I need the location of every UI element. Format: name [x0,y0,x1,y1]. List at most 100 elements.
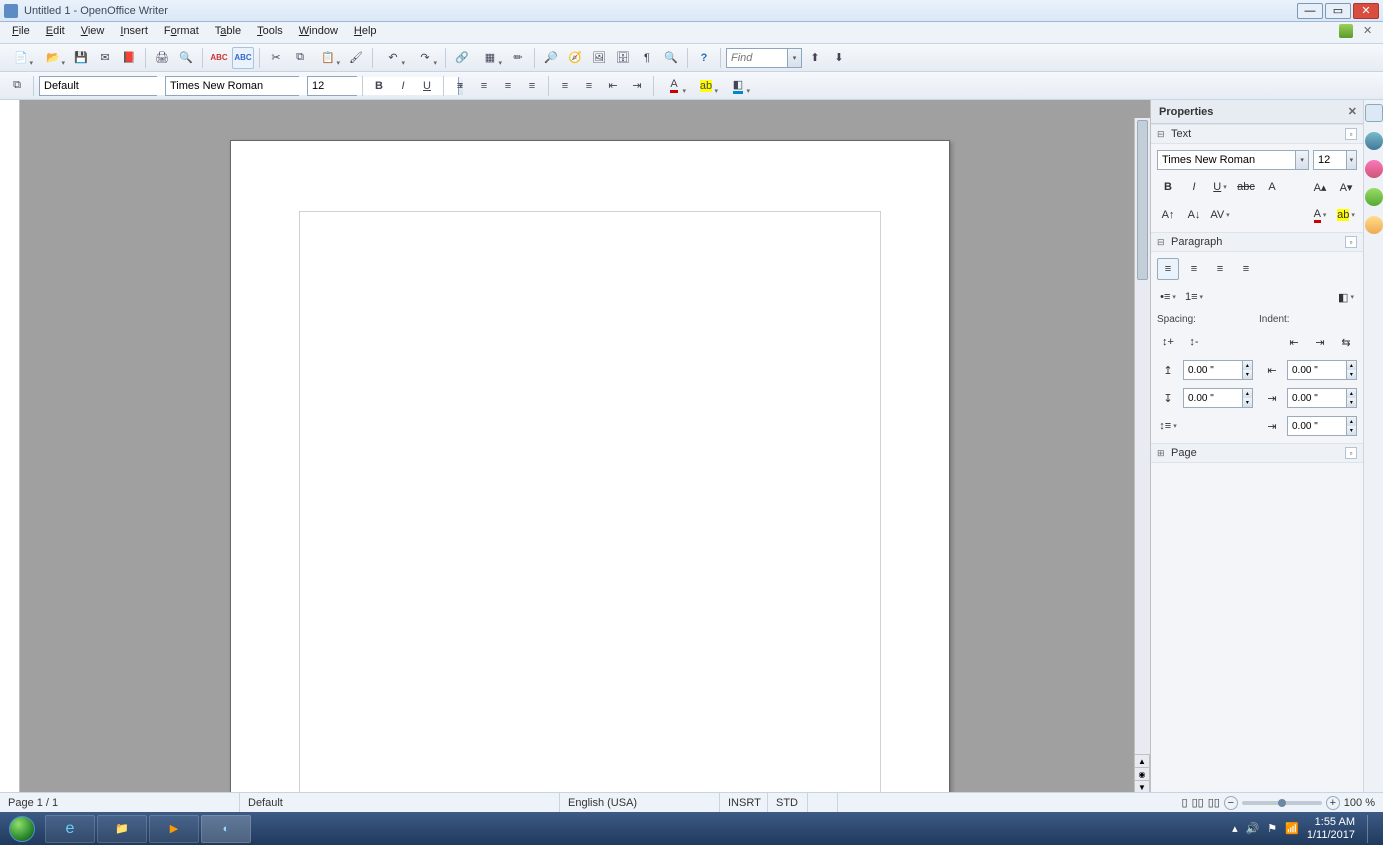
table-button[interactable]: ▦ [475,47,505,69]
print-button[interactable]: 🖨 [151,47,173,69]
copy-button[interactable]: ⧉ [289,47,311,69]
line-spacing-button[interactable]: ↕≡ [1157,415,1179,437]
para-align-justify-button[interactable]: ≡ [1235,258,1257,280]
minimize-button[interactable]: — [1297,3,1323,19]
menu-window[interactable]: Window [291,22,346,43]
tray-network-icon[interactable]: 📶 [1285,822,1299,835]
zoom-in-button[interactable]: + [1326,796,1340,810]
sidebar-properties-icon[interactable] [1365,104,1383,122]
prop-bold-button[interactable]: B [1157,176,1179,198]
hyperlink-button[interactable]: 🔗 [451,47,473,69]
pdf-button[interactable]: 📕 [118,47,140,69]
taskbar-ie[interactable]: e [45,815,95,843]
gallery-button[interactable]: 🖼 [588,47,610,69]
prop-subscript-button[interactable]: A▾ [1335,176,1357,198]
page-section-header[interactable]: ⊞ Page ▫ [1151,443,1363,463]
taskbar-openoffice[interactable]: ◐ [201,815,251,843]
tray-show-hidden-icon[interactable]: ▴ [1232,822,1238,835]
print-preview-button[interactable]: 🔍 [175,47,197,69]
italic-button[interactable]: I [392,75,414,97]
para-bullets-button[interactable]: •≡ [1157,286,1179,308]
status-modified[interactable] [808,793,838,812]
sidebar-gallery-icon[interactable] [1365,160,1383,178]
prop-font-combo[interactable]: ▾ [1157,150,1309,170]
indent-dec-button[interactable]: ⇤ [1283,331,1305,353]
taskbar-mediaplayer[interactable]: ▶ [149,815,199,843]
autospell-button[interactable]: ABC [232,47,254,69]
status-page[interactable]: Page 1 / 1 [0,793,240,812]
view-single-icon[interactable]: ▯ [1182,796,1188,809]
paragraph-style-combo[interactable]: ▾ [39,76,157,96]
styles-button[interactable]: ⧉ [6,75,28,97]
prop-size-dropdown[interactable]: ▾ [1346,151,1356,169]
menu-format[interactable]: Format [156,22,207,43]
status-selection[interactable]: STD [768,793,808,812]
taskbar-explorer[interactable]: 📁 [97,815,147,843]
redo-button[interactable]: ↷ [410,47,440,69]
format-paintbrush-button[interactable]: 🖌 [345,47,367,69]
close-doc-icon[interactable]: ✕ [1363,24,1377,38]
prop-shrink-font-button[interactable]: A↓ [1183,204,1205,226]
para-align-right-button[interactable]: ≡ [1209,258,1231,280]
tray-volume-icon[interactable]: 🔊 [1246,822,1260,835]
prop-italic-button[interactable]: I [1183,176,1205,198]
font-color-button[interactable]: A [659,75,689,97]
prop-font-color-button[interactable]: A [1309,204,1331,226]
para-align-left-button[interactable]: ≡ [1157,258,1179,280]
menu-help[interactable]: Help [346,22,385,43]
zoom-button[interactable]: 🔍 [660,47,682,69]
find-prev-button[interactable]: ⬆ [804,47,826,69]
align-center-button[interactable]: ≡ [473,75,495,97]
find-replace-button[interactable]: 🔎 [540,47,562,69]
start-button[interactable] [0,812,44,845]
sidebar-navigator-icon[interactable] [1365,188,1383,206]
zoom-value[interactable]: 100 % [1344,797,1375,809]
menu-edit[interactable]: Edit [38,22,73,43]
indent-inc-button[interactable]: ⇥ [1309,331,1331,353]
prop-font-dropdown[interactable]: ▾ [1295,151,1308,169]
indent-right-spinner[interactable]: ▴▾ [1287,388,1357,408]
status-language[interactable]: English (USA) [560,793,720,812]
tray-clock[interactable]: 1:55 AM 1/11/2017 [1307,816,1355,840]
increase-indent-button[interactable]: ⇥ [626,75,648,97]
text-section-header[interactable]: ⊟ Text ▫ [1151,124,1363,144]
highlight-button[interactable]: ab [691,75,721,97]
indent-first-spinner[interactable]: ▴▾ [1287,416,1357,436]
menu-view[interactable]: View [73,22,113,43]
paragraph-more-button[interactable]: ▫ [1345,236,1357,248]
align-left-button[interactable]: ≡ [449,75,471,97]
open-button[interactable]: 📂 [38,47,68,69]
para-align-center-button[interactable]: ≡ [1183,258,1205,280]
menu-table[interactable]: Table [207,22,249,43]
find-dropdown[interactable]: ▾ [787,49,801,67]
vertical-ruler[interactable] [0,100,20,812]
bold-button[interactable]: B [368,75,390,97]
indent-right-input[interactable] [1288,389,1346,407]
font-name-combo[interactable]: ▾ [165,76,299,96]
prop-grow-font-button[interactable]: A↑ [1157,204,1179,226]
save-button[interactable]: 💾 [70,47,92,69]
properties-close-icon[interactable]: ✕ [1348,105,1357,118]
space-above-spinner[interactable]: ▴▾ [1183,360,1253,380]
font-name-input[interactable] [166,77,316,95]
para-numbering-button[interactable]: 1≡ [1183,286,1205,308]
show-draw-button[interactable]: ✏ [507,47,529,69]
indent-hanging-button[interactable]: ⇆ [1335,331,1357,353]
status-insert[interactable]: INSRT [720,793,768,812]
status-style[interactable]: Default [240,793,560,812]
indent-left-spinner[interactable]: ▴▾ [1287,360,1357,380]
help-button[interactable]: ? [693,47,715,69]
spacing-dec-button[interactable]: ↕- [1183,331,1205,353]
indent-left-input[interactable] [1288,361,1346,379]
align-right-button[interactable]: ≡ [497,75,519,97]
prop-highlight-button[interactable]: ab [1335,204,1357,226]
prop-shadow-button[interactable]: A [1261,176,1283,198]
numbered-list-button[interactable]: ≡ [554,75,576,97]
space-above-input[interactable] [1184,361,1242,379]
sidebar-functions-icon[interactable] [1365,216,1383,234]
text-more-button[interactable]: ▫ [1345,128,1357,140]
para-bg-button[interactable]: ◧ [1335,286,1357,308]
maximize-button[interactable]: ▭ [1325,3,1351,19]
prop-size-combo[interactable]: ▾ [1313,150,1357,170]
tray-action-center-icon[interactable]: ⚑ [1267,822,1277,835]
